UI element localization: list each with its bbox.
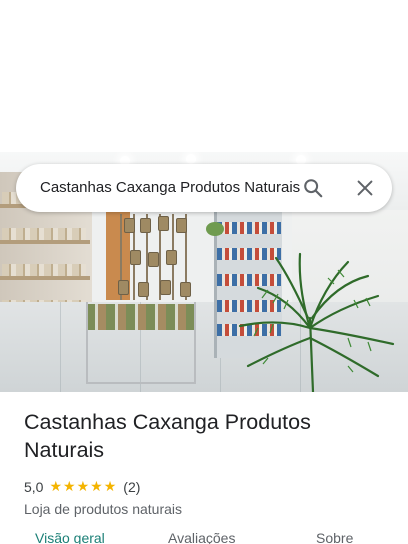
star-icon: ★ xyxy=(49,479,63,495)
place-info: Castanhas Caxanga Produtos Naturais 5,0 … xyxy=(24,408,394,517)
ceiling-light xyxy=(186,154,196,164)
wall-shelf xyxy=(0,276,90,280)
clear-search-button[interactable] xyxy=(349,172,381,204)
rating-value: 5,0 xyxy=(24,479,44,495)
search-icon xyxy=(304,179,323,198)
gondola-products xyxy=(217,222,281,234)
place-title: Castanhas Caxanga Produtos Naturais xyxy=(24,410,311,462)
jar-row xyxy=(2,228,86,240)
star-icon: ★ xyxy=(63,479,76,495)
place-tabs: Visão geral Avaliações Sobre xyxy=(0,530,408,544)
star-icon: ★ xyxy=(76,479,90,495)
review-count[interactable]: (2) xyxy=(123,479,140,495)
product-package xyxy=(180,282,191,297)
map-blank-area xyxy=(0,0,408,152)
product-package xyxy=(158,216,169,231)
search-button[interactable] xyxy=(297,172,329,204)
tab-about[interactable]: Sobre xyxy=(316,530,353,544)
star-rating: ★ ★ ★ ★ ★ xyxy=(49,480,117,494)
potted-plant-small xyxy=(206,222,224,236)
product-package xyxy=(124,218,135,233)
jar-row xyxy=(2,264,86,276)
search-input[interactable] xyxy=(40,164,304,212)
product-package xyxy=(130,250,141,265)
product-package xyxy=(176,218,187,233)
product-package xyxy=(138,282,149,297)
product-package xyxy=(166,250,177,265)
star-icon: ★ xyxy=(103,479,117,495)
product-package xyxy=(118,280,129,295)
product-package xyxy=(160,280,171,295)
star-icon: ★ xyxy=(90,479,103,495)
search-bar xyxy=(16,164,392,212)
wall-shelf xyxy=(0,240,90,244)
rating-row[interactable]: 5,0 ★ ★ ★ ★ ★ (2) xyxy=(24,478,394,496)
display-table xyxy=(86,302,196,384)
tab-overview[interactable]: Visão geral xyxy=(35,530,105,544)
place-category[interactable]: Loja de produtos naturais xyxy=(24,501,394,517)
palm-plant xyxy=(238,252,395,392)
tile-line xyxy=(60,302,61,392)
close-icon xyxy=(357,180,373,196)
tab-reviews[interactable]: Avaliações xyxy=(168,530,235,544)
product-package xyxy=(140,218,151,233)
product-package xyxy=(148,252,159,267)
